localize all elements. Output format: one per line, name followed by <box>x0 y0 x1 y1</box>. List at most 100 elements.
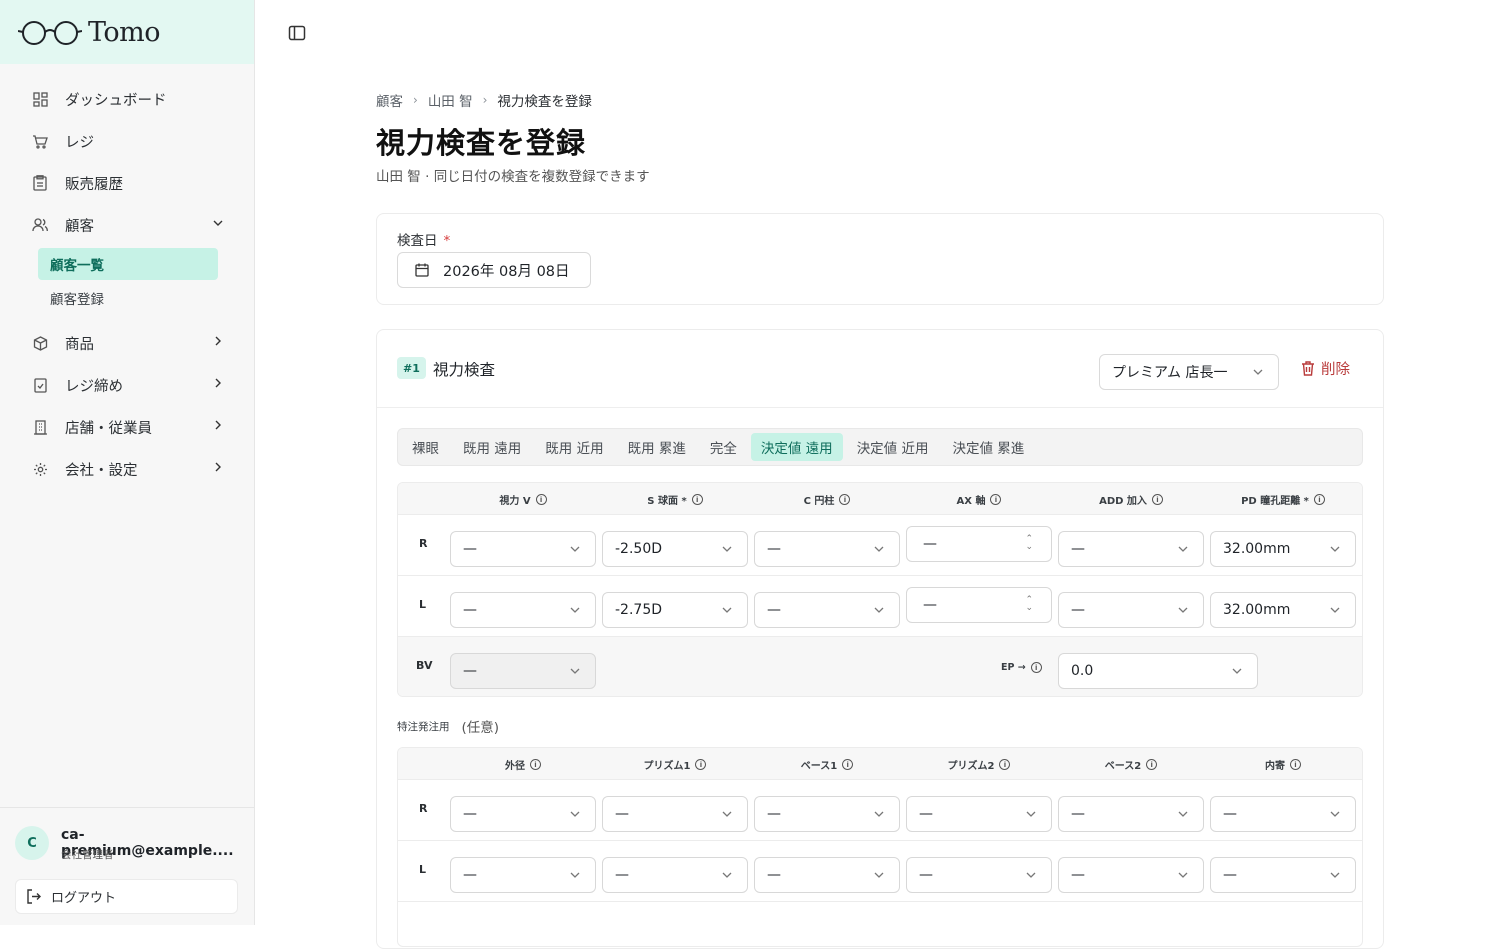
info-icon[interactable]: i <box>1313 494 1325 505</box>
col-header-prism2: プリズム2 i <box>906 757 1052 772</box>
sidebar-item-label: ダッシュボード <box>65 92 167 109</box>
bv-select[interactable]: — <box>450 653 596 689</box>
chevron-down-icon <box>570 872 580 878</box>
tab-current-progressive[interactable]: 既用 累進 <box>618 433 696 461</box>
staff-select[interactable]: プレミアム 店長一 <box>1099 354 1279 390</box>
chevron-down-icon <box>570 546 580 552</box>
pd-select-right[interactable]: 32.00mm <box>1210 531 1356 567</box>
base2-select-left[interactable]: — <box>1058 857 1204 893</box>
sidebar-item-stores-staff[interactable]: 店舗・従業員 <box>0 406 254 448</box>
base1-select-left[interactable]: — <box>754 857 900 893</box>
info-icon[interactable]: i <box>535 494 547 505</box>
calendar-icon <box>415 263 429 277</box>
tab-final-distance[interactable]: 決定値 遠用 <box>750 433 843 461</box>
chevron-right-icon[interactable] <box>212 419 224 431</box>
add-select-right[interactable]: — <box>1058 531 1204 567</box>
sidebar-subitem-customer-list[interactable]: 顧客一覧 <box>38 248 218 280</box>
page-subtitle: 山田 智 · 同じ日付の検査を複数登録できます <box>376 165 650 185</box>
sidebar-subitem-customer-register[interactable]: 顧客登録 <box>38 282 218 314</box>
col-header-inset: 内寄 i <box>1210 757 1356 772</box>
select-value: — <box>615 867 629 883</box>
info-icon[interactable]: i <box>530 759 541 770</box>
axis-stepper-right[interactable]: — ⌃ ⌄ <box>906 526 1052 562</box>
col-header-outer-diameter: 外径 i <box>450 757 596 772</box>
outer-diameter-select-right[interactable]: — <box>450 796 596 832</box>
sidebar-item-products[interactable]: 商品 <box>0 322 254 364</box>
info-icon[interactable]: i <box>695 759 707 770</box>
cylinder-select-right[interactable]: — <box>754 531 900 567</box>
sidebar-item-dashboard[interactable]: ダッシュボード <box>0 78 254 120</box>
chevron-down-icon <box>1330 811 1340 817</box>
col-header-label: AX 軸 <box>956 496 986 507</box>
info-icon[interactable]: i <box>842 759 854 770</box>
info-icon[interactable]: i <box>691 494 703 505</box>
delete-label: 削除 <box>1321 362 1350 378</box>
sidebar-toggle-icon[interactable] <box>288 25 306 41</box>
sidebar-item-company-settings[interactable]: 会社・設定 <box>0 448 254 490</box>
prism1-select-left[interactable]: — <box>602 857 748 893</box>
table-row: R — — — — — — <box>398 780 1362 841</box>
sidebar-item-register[interactable]: レジ <box>0 120 254 162</box>
sidebar-item-customers[interactable]: 顧客 <box>0 204 254 246</box>
outer-diameter-select-left[interactable]: — <box>450 857 596 893</box>
prism1-select-right[interactable]: — <box>602 796 748 832</box>
sphere-select-right[interactable]: -2.50D <box>602 531 748 567</box>
select-value: — <box>767 806 781 822</box>
logo-text: Tomo <box>88 16 161 48</box>
exam-date-picker[interactable]: 2026年 08月 08日 <box>397 252 591 288</box>
stepper-arrows-icon[interactable]: ⌃ ⌄ <box>1025 535 1033 552</box>
sphere-select-left[interactable]: -2.75D <box>602 592 748 628</box>
col-header-label: C 円柱 <box>803 496 835 507</box>
chevron-down-icon <box>1026 872 1036 878</box>
add-select-left[interactable]: — <box>1058 592 1204 628</box>
info-icon[interactable]: i <box>1146 759 1158 770</box>
info-icon[interactable]: i <box>1151 494 1163 505</box>
info-icon[interactable]: i <box>1290 759 1301 770</box>
sidebar-item-closing[interactable]: レジ締め <box>0 364 254 406</box>
col-header-add: ADD 加入 i <box>1058 492 1204 507</box>
chevron-down-icon <box>570 607 580 613</box>
tab-final-progressive[interactable]: 決定値 累進 <box>942 433 1034 461</box>
tab-current-distance[interactable]: 既用 遠用 <box>453 433 531 461</box>
vision-select-left[interactable]: — <box>450 592 596 628</box>
vision-select-right[interactable]: — <box>450 531 596 567</box>
info-icon[interactable]: i <box>1030 662 1042 673</box>
inset-select-right[interactable]: — <box>1210 796 1356 832</box>
chevron-right-icon[interactable] <box>212 461 224 473</box>
stepper-arrows-icon[interactable]: ⌃ ⌄ <box>1025 596 1033 613</box>
prism2-select-right[interactable]: — <box>906 796 1052 832</box>
axis-stepper-left[interactable]: — ⌃ ⌄ <box>906 587 1052 623</box>
chevron-down-icon <box>722 872 732 878</box>
info-icon[interactable]: i <box>990 494 1002 505</box>
logo[interactable]: Tomo <box>0 0 254 64</box>
breadcrumb-customers[interactable]: 顧客 <box>376 90 403 110</box>
delete-exam-button[interactable]: 削除 <box>1301 358 1350 379</box>
pd-select-left[interactable]: 32.00mm <box>1210 592 1356 628</box>
row-label-left: L <box>419 598 427 611</box>
chevron-right-icon[interactable] <box>212 377 224 389</box>
base1-select-right[interactable]: — <box>754 796 900 832</box>
sidebar-item-label: 会社・設定 <box>65 462 138 479</box>
sidebar-item-sales-history[interactable]: 販売履歴 <box>0 162 254 204</box>
tab-final-near[interactable]: 決定値 近用 <box>847 433 939 461</box>
tab-full-correction[interactable]: 完全 <box>700 433 747 461</box>
select-value: -2.75D <box>615 602 663 618</box>
tab-naked-eye[interactable]: 裸眼 <box>402 433 449 461</box>
base2-select-right[interactable]: — <box>1058 796 1204 832</box>
cylinder-select-left[interactable]: — <box>754 592 900 628</box>
table-row: R — -2.50D — — ⌃ ⌄ — 32.00mm <box>398 515 1362 576</box>
logout-icon <box>27 889 41 904</box>
chevron-down-icon[interactable] <box>212 217 224 229</box>
avatar[interactable]: C <box>15 826 49 860</box>
breadcrumb-customer-name[interactable]: 山田 智 <box>428 90 473 110</box>
tab-current-near[interactable]: 既用 近用 <box>535 433 613 461</box>
prism2-select-left[interactable]: — <box>906 857 1052 893</box>
chevron-right-icon[interactable] <box>212 335 224 347</box>
col-header-pd: PD 瞳孔距離 * i <box>1210 492 1356 507</box>
info-icon[interactable]: i <box>999 759 1011 770</box>
inset-select-left[interactable]: — <box>1210 857 1356 893</box>
page-title: 視力検査を登録 <box>376 126 587 160</box>
ep-select[interactable]: 0.0 <box>1058 653 1258 689</box>
logout-button[interactable]: ログアウト <box>15 879 238 914</box>
info-icon[interactable]: i <box>839 494 851 505</box>
